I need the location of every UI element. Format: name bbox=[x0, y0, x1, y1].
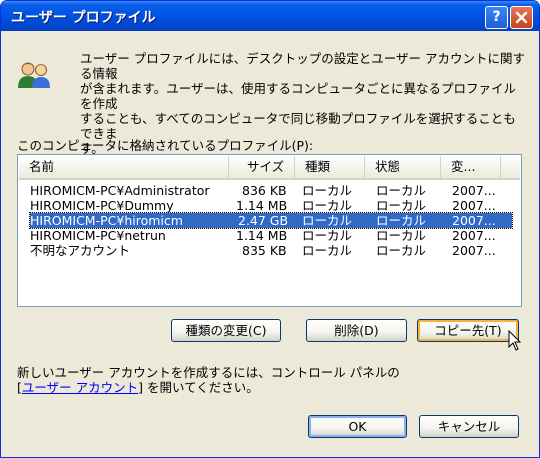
profile-name: HIROMICM-PC¥Administrator bbox=[30, 183, 210, 198]
profile-size: 2.47 GB bbox=[238, 213, 289, 228]
table-row[interactable]: HIROMICM-PC¥Administrator 836 KB ローカル ロー… bbox=[30, 183, 512, 198]
profile-type: ローカル bbox=[302, 228, 353, 243]
column-header-type[interactable]: 種類 bbox=[295, 156, 365, 178]
column-header-name[interactable]: 名前 bbox=[19, 156, 229, 178]
close-icon bbox=[515, 11, 528, 24]
profile-size: 835 KB bbox=[242, 243, 287, 258]
note-rest: ] を開いてください。 bbox=[138, 380, 259, 395]
mouse-pointer-icon bbox=[508, 330, 522, 351]
description-line: が含まれます。ユーザーは、使用するコンピュータごとに異なるプロファイルを作成 bbox=[80, 81, 517, 111]
profile-size: 1.14 MB bbox=[236, 198, 288, 213]
table-row-selected[interactable]: HIROMICM-PC¥hiromicm 2.47 GB ローカル ローカル 2… bbox=[29, 212, 513, 229]
cancel-button[interactable]: キャンセル bbox=[419, 415, 519, 438]
profile-size: 1.14 MB bbox=[236, 228, 288, 243]
profile-modified: 2007... bbox=[452, 243, 496, 258]
table-row[interactable]: HIROMICM-PC¥Dummy 1.14 MB ローカル ローカル 2007… bbox=[30, 198, 512, 213]
profile-name: HIROMICM-PC¥Dummy bbox=[30, 198, 174, 213]
profiles-list-label: このコンピュータに格納されているプロファイル(P): bbox=[17, 138, 314, 153]
profile-modified: 2007... bbox=[452, 213, 496, 228]
user-profiles-dialog: ユーザー プロファイル ? ユーザー プロファイルには、デスクトップの設定とユー… bbox=[0, 0, 540, 458]
list-header: 名前 サイズ 種類 状態 変... bbox=[19, 156, 520, 180]
profile-status: ローカル bbox=[376, 198, 427, 213]
delete-button[interactable]: 削除(D) bbox=[306, 319, 407, 342]
profile-type: ローカル bbox=[302, 243, 353, 258]
profile-modified: 2007... bbox=[452, 183, 496, 198]
users-icon bbox=[18, 62, 50, 88]
description-line: ユーザー プロファイルには、デスクトップの設定とユーザー アカウントに関する情報 bbox=[80, 51, 525, 81]
profile-name: HIROMICM-PC¥netrun bbox=[30, 228, 166, 243]
ok-button[interactable]: OK bbox=[308, 415, 407, 438]
table-row[interactable]: HIROMICM-PC¥netrun 1.14 MB ローカル ローカル 200… bbox=[30, 228, 512, 243]
profile-type: ローカル bbox=[302, 213, 353, 228]
title-bar[interactable]: ユーザー プロファイル ? bbox=[1, 1, 539, 31]
table-row[interactable]: 不明なアカウント 835 KB ローカル ローカル 2007... bbox=[30, 243, 512, 258]
column-header-status[interactable]: 状態 bbox=[365, 156, 441, 178]
note-line: 新しいユーザー アカウントを作成するには、コントロール パネルの bbox=[17, 365, 400, 380]
create-account-note: 新しいユーザー アカウントを作成するには、コントロール パネルの [ユーザー ア… bbox=[17, 365, 400, 395]
close-button[interactable] bbox=[510, 6, 533, 29]
profile-status: ローカル bbox=[376, 183, 427, 198]
profile-size: 836 KB bbox=[242, 183, 287, 198]
change-type-button[interactable]: 種類の変更(C) bbox=[171, 319, 281, 342]
profile-name: 不明なアカウント bbox=[30, 243, 131, 258]
window-title: ユーザー プロファイル bbox=[11, 10, 156, 26]
profiles-list[interactable]: 名前 サイズ 種類 状態 変... HIROMICM-PC¥Administra… bbox=[17, 154, 522, 307]
profile-status: ローカル bbox=[376, 243, 427, 258]
profile-type: ローカル bbox=[302, 198, 353, 213]
profile-status: ローカル bbox=[376, 228, 427, 243]
profile-name: HIROMICM-PC¥hiromicm bbox=[30, 213, 183, 228]
note-line: [ユーザー アカウント] を開いてください。 bbox=[17, 380, 400, 395]
profile-modified: 2007... bbox=[452, 228, 496, 243]
profile-status: ローカル bbox=[376, 213, 427, 228]
column-header-modified[interactable]: 変... bbox=[441, 156, 501, 178]
column-header-size[interactable]: サイズ bbox=[229, 156, 295, 178]
profile-modified: 2007... bbox=[452, 198, 496, 213]
copy-to-button[interactable]: コピー先(T) bbox=[417, 319, 519, 342]
profile-type: ローカル bbox=[302, 183, 353, 198]
user-accounts-link[interactable]: ユーザー アカウント bbox=[22, 380, 138, 395]
help-button[interactable]: ? bbox=[485, 6, 508, 29]
